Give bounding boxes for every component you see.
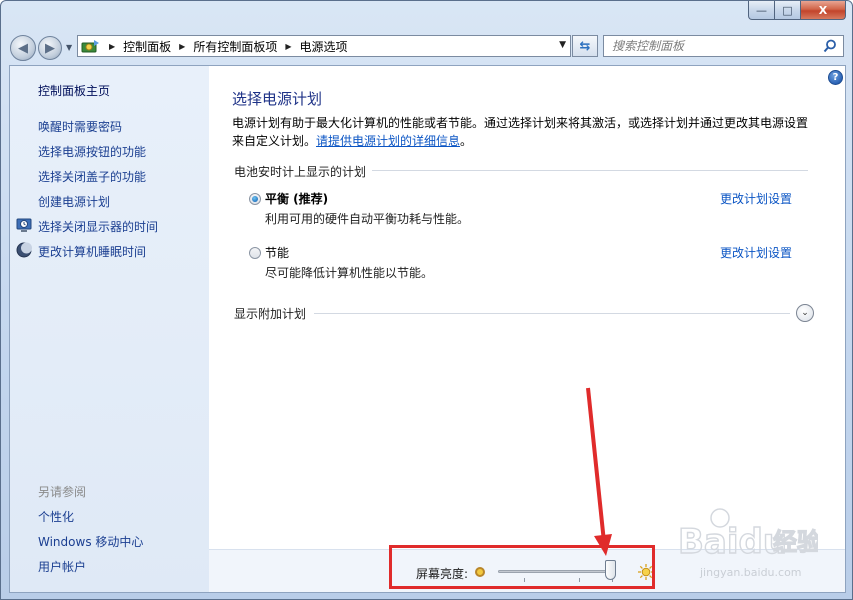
see-also-personalization[interactable]: 个性化 bbox=[38, 508, 74, 525]
breadcrumb-power-options[interactable]: 电源选项 bbox=[300, 36, 348, 56]
plan-balanced-name[interactable]: 平衡 (推荐) bbox=[265, 190, 328, 207]
forward-button[interactable]: ▶ bbox=[38, 36, 62, 60]
search-icon[interactable] bbox=[823, 39, 837, 53]
refresh-icon: ⇆ bbox=[579, 38, 591, 54]
address-dropdown-icon[interactable]: ▼ bbox=[559, 40, 566, 50]
extra-plans-section: 显示附加计划 ⌄ bbox=[234, 304, 814, 322]
annotation-highlight-box bbox=[389, 545, 655, 589]
page-description: 电源计划有助于最大化计算机的性能或者节能。通过选择计划来将其激活，或选择计划并通… bbox=[232, 114, 817, 150]
sidebar-item-lid-close[interactable]: 选择关闭盖子的功能 bbox=[38, 168, 146, 185]
sidebar-item-create-plan[interactable]: 创建电源计划 bbox=[38, 193, 110, 210]
see-also-heading: 另请参阅 bbox=[38, 485, 87, 499]
forward-arrow-icon: ▶ bbox=[45, 40, 55, 56]
window-controls: — □ X bbox=[748, 1, 846, 20]
sidebar-item-power-button[interactable]: 选择电源按钮的功能 bbox=[38, 143, 146, 160]
svg-text:Baidu: Baidu bbox=[678, 522, 787, 562]
plan-balanced-change-settings-link[interactable]: 更改计划设置 bbox=[720, 190, 792, 207]
control-panel-icon bbox=[81, 38, 101, 54]
moon-icon bbox=[16, 242, 32, 258]
plan-power-saver-change-settings-link[interactable]: 更改计划设置 bbox=[720, 244, 792, 261]
left-task-pane: 控制面板主页 唤醒时需要密码 选择电源按钮的功能 选择关闭盖子的功能 创建电源计… bbox=[10, 66, 209, 592]
description-end: 。 bbox=[460, 134, 473, 148]
sidebar-item-sleep-time[interactable]: 更改计算机睡眠时间 bbox=[38, 243, 146, 260]
plan-balanced-description: 利用可用的硬件自动平衡功耗与性能。 bbox=[265, 212, 470, 226]
help-button[interactable]: ? bbox=[828, 70, 843, 85]
close-button[interactable]: X bbox=[801, 1, 846, 20]
expand-button[interactable]: ⌄ bbox=[796, 304, 814, 322]
plans-group-header: 电池安时计上显示的计划 bbox=[234, 163, 808, 179]
plan-power-saver-description: 尽可能降低计算机性能以节能。 bbox=[265, 266, 434, 280]
svg-text:经验: 经验 bbox=[773, 528, 818, 556]
plan-power-saver-name[interactable]: 节能 bbox=[265, 244, 289, 261]
sidebar-item-wake-password[interactable]: 唤醒时需要密码 bbox=[38, 118, 122, 135]
plan-power-saver-radio[interactable] bbox=[249, 247, 261, 259]
back-arrow-icon: ◀ bbox=[18, 40, 28, 56]
sidebar-home-link[interactable]: 控制面板主页 bbox=[38, 82, 110, 99]
page-title: 选择电源计划 bbox=[232, 90, 323, 108]
search-box[interactable] bbox=[603, 35, 844, 57]
watermark-url: jingyan.baidu.com bbox=[700, 566, 802, 579]
plan-balanced: 平衡 (推荐) 利用可用的硬件自动平衡功耗与性能。 更改计划设置 bbox=[249, 190, 809, 230]
extra-plans-divider bbox=[314, 313, 790, 314]
breadcrumb-all-items[interactable]: 所有控制面板项 bbox=[193, 36, 277, 56]
sidebar-item-display-off[interactable]: 选择关闭显示器的时间 bbox=[38, 218, 158, 235]
display-clock-icon bbox=[16, 218, 32, 232]
plan-power-saver: 节能 尽可能降低计算机性能以节能。 更改计划设置 bbox=[249, 244, 809, 284]
minimize-button[interactable]: — bbox=[748, 1, 775, 20]
chevron-down-icon: ⌄ bbox=[801, 308, 809, 318]
search-input[interactable] bbox=[612, 39, 812, 53]
navigation-bar: ◀ ▶ ▼ ▶ 控制面板 ▶ 所有控制面板项 ▶ 电源选项 ▼ ⇆ bbox=[1, 31, 853, 63]
see-also-user-accounts[interactable]: 用户帐户 bbox=[38, 558, 86, 575]
recent-pages-dropdown-icon[interactable]: ▼ bbox=[66, 43, 72, 52]
title-bar[interactable]: — □ X bbox=[1, 1, 853, 31]
address-bar[interactable]: ▶ 控制面板 ▶ 所有控制面板项 ▶ 电源选项 ▼ bbox=[77, 35, 571, 57]
extra-plans-label[interactable]: 显示附加计划 bbox=[234, 305, 313, 322]
see-also-mobility-center[interactable]: Windows 移动中心 bbox=[38, 533, 143, 550]
help-icon: ? bbox=[832, 72, 839, 83]
plans-group-label: 电池安时计上显示的计划 bbox=[234, 165, 373, 179]
back-button[interactable]: ◀ bbox=[10, 35, 36, 61]
plan-balanced-radio[interactable] bbox=[249, 193, 261, 205]
breadcrumb-control-panel[interactable]: 控制面板 bbox=[123, 36, 171, 56]
plan-details-link[interactable]: 请提供电源计划的详细信息 bbox=[316, 134, 460, 148]
maximize-button[interactable]: □ bbox=[775, 1, 801, 20]
refresh-button[interactable]: ⇆ bbox=[572, 35, 598, 57]
